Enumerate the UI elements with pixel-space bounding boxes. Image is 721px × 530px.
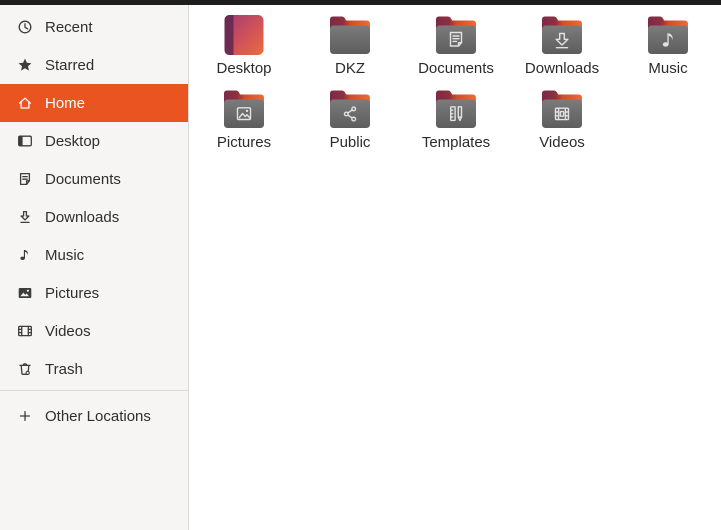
- sidebar-item-recent[interactable]: Recent: [0, 8, 188, 46]
- desktop-folder-icon: [224, 15, 264, 55]
- sidebar-item-videos[interactable]: Videos: [0, 312, 188, 350]
- sidebar-item-label: Home: [45, 94, 86, 112]
- folder-item-downloads[interactable]: Downloads: [509, 10, 615, 84]
- folder-item-desktop[interactable]: Desktop: [191, 10, 297, 84]
- folder-label: Downloads: [524, 60, 600, 77]
- files-window: Recent Starred Home Desktop Documents Do…: [0, 0, 721, 530]
- sidebar-item-label: Videos: [45, 322, 91, 340]
- music-icon: [17, 247, 33, 263]
- sidebar-item-documents[interactable]: Documents: [0, 160, 188, 198]
- public-folder-icon: [330, 90, 370, 128]
- folder-label: Music: [648, 60, 688, 77]
- documents-icon: [17, 171, 33, 187]
- folder-item-music[interactable]: Music: [615, 10, 721, 84]
- videos-folder-icon: [542, 90, 582, 128]
- pictures-icon: [17, 285, 33, 301]
- plus-icon: [17, 408, 33, 424]
- folder-label: Desktop: [216, 60, 272, 77]
- sidebar-item-starred[interactable]: Starred: [0, 46, 188, 84]
- sidebar-item-music[interactable]: Music: [0, 236, 188, 274]
- documents-folder-icon: [436, 16, 476, 54]
- folder-label: Pictures: [216, 134, 272, 151]
- folder-label: Videos: [539, 134, 585, 151]
- sidebar-item-label: Downloads: [45, 208, 120, 226]
- folder-label: Templates: [421, 134, 491, 151]
- templates-folder-icon: [436, 90, 476, 128]
- music-folder-icon: [648, 16, 688, 54]
- sidebar-item-downloads[interactable]: Downloads: [0, 198, 188, 236]
- sidebar-item-pictures[interactable]: Pictures: [0, 274, 188, 312]
- videos-icon: [17, 323, 33, 339]
- downloads-icon: [17, 209, 33, 225]
- recent-icon: [17, 19, 33, 35]
- folder-item-templates[interactable]: Templates: [403, 84, 509, 158]
- sidebar-item-label: Desktop: [45, 132, 101, 150]
- sidebar-item-label: Starred: [45, 56, 95, 74]
- sidebar-item-label: Documents: [45, 170, 121, 188]
- plain-folder-icon: [330, 16, 370, 54]
- file-grid: Desktop DKZ Documents Downloads Music Pi…: [189, 5, 721, 530]
- folder-label: DKZ: [335, 60, 365, 77]
- folder-item-dkz[interactable]: DKZ: [297, 10, 403, 84]
- sidebar-item-label: Trash: [45, 360, 83, 378]
- sidebar-item-home[interactable]: Home: [0, 84, 188, 122]
- sidebar-item-other-locations[interactable]: Other Locations: [0, 397, 188, 435]
- sidebar-item-desktop[interactable]: Desktop: [0, 122, 188, 160]
- pictures-folder-icon: [224, 90, 264, 128]
- sidebar-item-label: Other Locations: [45, 407, 151, 425]
- home-icon: [17, 95, 33, 111]
- desktop-icon: [17, 133, 33, 149]
- downloads-folder-icon: [542, 16, 582, 54]
- folder-label: Public: [329, 134, 371, 151]
- sidebar-separator: [0, 390, 188, 391]
- folder-item-documents[interactable]: Documents: [403, 10, 509, 84]
- folder-item-public[interactable]: Public: [297, 84, 403, 158]
- sidebar-item-label: Recent: [45, 18, 93, 36]
- sidebar-item-label: Pictures: [45, 284, 100, 302]
- folder-label: Documents: [418, 60, 494, 77]
- starred-icon: [17, 57, 33, 73]
- sidebar-item-label: Music: [45, 246, 85, 264]
- folder-item-videos[interactable]: Videos: [509, 84, 615, 158]
- sidebar: Recent Starred Home Desktop Documents Do…: [0, 5, 189, 530]
- sidebar-item-trash[interactable]: Trash: [0, 350, 188, 388]
- trash-icon: [17, 361, 33, 377]
- folder-item-pictures[interactable]: Pictures: [191, 84, 297, 158]
